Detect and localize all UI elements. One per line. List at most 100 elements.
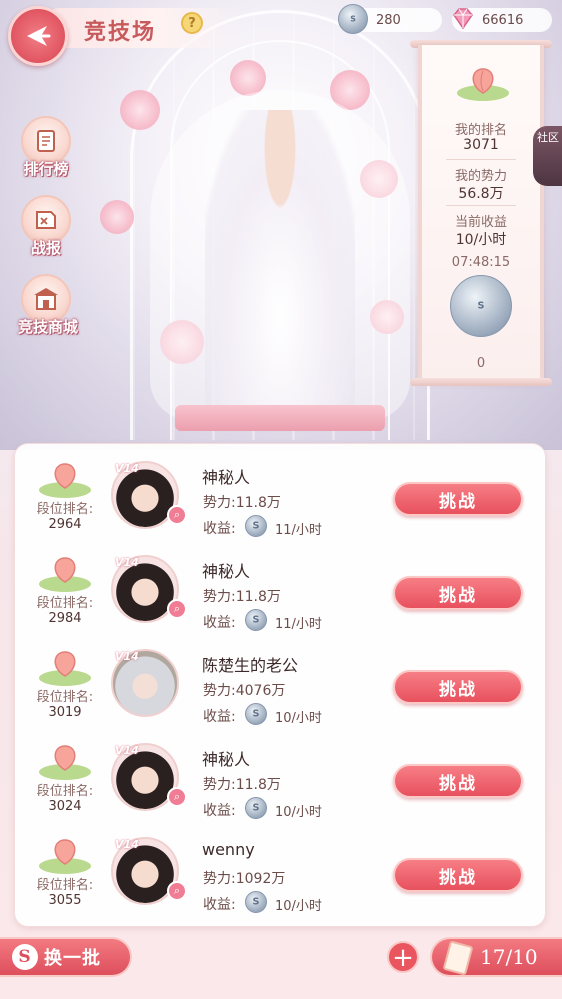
player-name: 神秘人: [202, 750, 251, 769]
income-value: 10/小时: [275, 711, 322, 726]
player-power: 势力:1092万: [203, 871, 286, 887]
view-search-icon[interactable]: ⌕: [167, 599, 187, 619]
coin-icon: [245, 797, 267, 819]
my-rank-label: 我的排名: [454, 123, 507, 138]
current-income-label: 当前收益: [454, 215, 507, 230]
character-bride[interactable]: [205, 110, 355, 430]
peach-rank-icon: [39, 557, 91, 592]
ranking-label: 排行榜: [23, 160, 69, 178]
coin-amount: 280: [376, 12, 401, 28]
accumulated-coins: 0: [476, 356, 486, 371]
rank-label: 段位排名:: [36, 596, 94, 611]
challenge-button[interactable]: 挑战: [393, 764, 523, 798]
collect-coin-icon[interactable]: [450, 275, 512, 337]
vip-badge: V14: [115, 650, 139, 663]
ticket-counter: 17/10: [430, 937, 562, 977]
challenge-button[interactable]: 挑战: [393, 858, 523, 892]
player-name: wenny: [202, 840, 255, 859]
income-value: 10/小时: [275, 805, 322, 820]
battle-report-button[interactable]: 战报: [18, 195, 74, 258]
divider: [446, 205, 516, 206]
rank-value: 3055: [48, 893, 82, 908]
my-power-label: 我的势力: [454, 169, 507, 184]
peach-rank-icon: [39, 651, 91, 686]
page-title: 竞技场: [84, 19, 157, 45]
ranking-button[interactable]: 排行榜: [18, 116, 74, 179]
divider: [446, 159, 516, 160]
arena-shop-label: 竞技商城: [18, 318, 79, 336]
coin-icon: [338, 4, 368, 34]
player-power: 势力:4076万: [203, 683, 286, 699]
view-search-icon[interactable]: ⌕: [167, 505, 187, 525]
coin-icon: [245, 703, 267, 725]
my-power-value: 56.8万: [458, 186, 504, 202]
player-name: 陈楚生的老公: [202, 656, 299, 675]
peach-rank-icon: [39, 463, 91, 498]
help-icon[interactable]: ?: [181, 12, 203, 34]
peach-rank-icon: [457, 68, 509, 101]
back-button[interactable]: [8, 6, 68, 66]
diamond-icon: [453, 8, 473, 30]
vip-badge: V14: [115, 838, 139, 851]
refresh-swirl-icon: S: [12, 944, 38, 970]
rank-value: 2984: [48, 611, 82, 626]
peach-rank-icon: [39, 839, 91, 874]
player-power: 势力:11.8万: [203, 495, 281, 511]
challenge-button[interactable]: 挑战: [393, 576, 523, 610]
character-name-plate: [175, 405, 385, 431]
opponent-row: 段位排名: 3019 V14 陈楚生的老公 势力:4076万 收益: 10/小时…: [15, 638, 547, 732]
arena-shop-button[interactable]: 竞技商城: [18, 274, 79, 337]
opponent-row: 段位排名: 3055 V14 ⌕ wenny 势力:1092万 收益: 10/小…: [15, 826, 547, 920]
income-label: 收益:: [203, 709, 236, 725]
gem-counter: 66616: [452, 8, 552, 32]
back-arrow-icon: [27, 26, 51, 46]
income-label: 收益:: [203, 897, 236, 913]
income-value: 11/小时: [275, 617, 322, 632]
add-tickets-button[interactable]: +: [387, 941, 419, 973]
vip-badge: V14: [115, 744, 139, 757]
refresh-label: 换一批: [44, 948, 101, 969]
peach-rank-icon: [39, 745, 91, 780]
rank-value: 2964: [48, 517, 82, 532]
ticket-count: 17/10: [480, 945, 538, 969]
player-power: 势力:11.8万: [203, 589, 281, 605]
rose-decoration: [100, 200, 134, 234]
rank-label: 段位排名:: [36, 784, 94, 799]
rank-value: 3024: [48, 799, 82, 814]
opponent-row: 段位排名: 2964 V14 ⌕ 神秘人 势力:11.8万 收益: 11/小时 …: [15, 450, 547, 544]
opponent-row: 段位排名: 2984 V14 ⌕ 神秘人 势力:11.8万 收益: 11/小时 …: [15, 544, 547, 638]
challenge-button[interactable]: 挑战: [393, 670, 523, 704]
battle-report-label: 战报: [30, 239, 61, 257]
coin-icon: [245, 609, 267, 631]
scroll-rod-bottom: [410, 378, 552, 386]
income-timer: 07:48:15: [451, 255, 511, 270]
opponent-list: 段位排名: 2964 V14 ⌕ 神秘人 势力:11.8万 收益: 11/小时 …: [14, 443, 546, 927]
rank-label: 段位排名:: [36, 502, 94, 517]
current-income-value: 10/小时: [455, 232, 507, 248]
income-label: 收益:: [203, 521, 236, 537]
income-value: 10/小时: [275, 899, 322, 914]
gem-amount: 66616: [482, 12, 524, 28]
refresh-button[interactable]: S 换一批: [0, 937, 132, 977]
view-search-icon[interactable]: ⌕: [167, 881, 187, 901]
ticket-icon: [442, 940, 474, 976]
view-search-icon[interactable]: ⌕: [167, 787, 187, 807]
coin-icon: [245, 891, 267, 913]
vip-badge: V14: [115, 556, 139, 569]
income-label: 收益:: [203, 615, 236, 631]
vip-badge: V14: [115, 462, 139, 475]
income-value: 11/小时: [275, 523, 322, 538]
rank-label: 段位排名:: [36, 690, 94, 705]
coin-icon: [245, 515, 267, 537]
my-rank-value: 3071: [463, 137, 499, 153]
player-name: 神秘人: [202, 562, 251, 581]
rank-value: 3019: [48, 705, 82, 720]
coin-counter: 280: [338, 4, 442, 34]
challenge-button[interactable]: 挑战: [393, 482, 523, 516]
opponent-row: 段位排名: 3024 V14 ⌕ 神秘人 势力:11.8万 收益: 10/小时 …: [15, 732, 547, 826]
community-tab[interactable]: 社区: [533, 126, 562, 186]
income-label: 收益:: [203, 803, 236, 819]
player-name: 神秘人: [202, 468, 251, 487]
rose-decoration: [120, 90, 160, 130]
my-stats-scroll: 我的排名 3071 我的势力 56.8万 当前收益 10/小时 07:48:15…: [418, 45, 544, 381]
